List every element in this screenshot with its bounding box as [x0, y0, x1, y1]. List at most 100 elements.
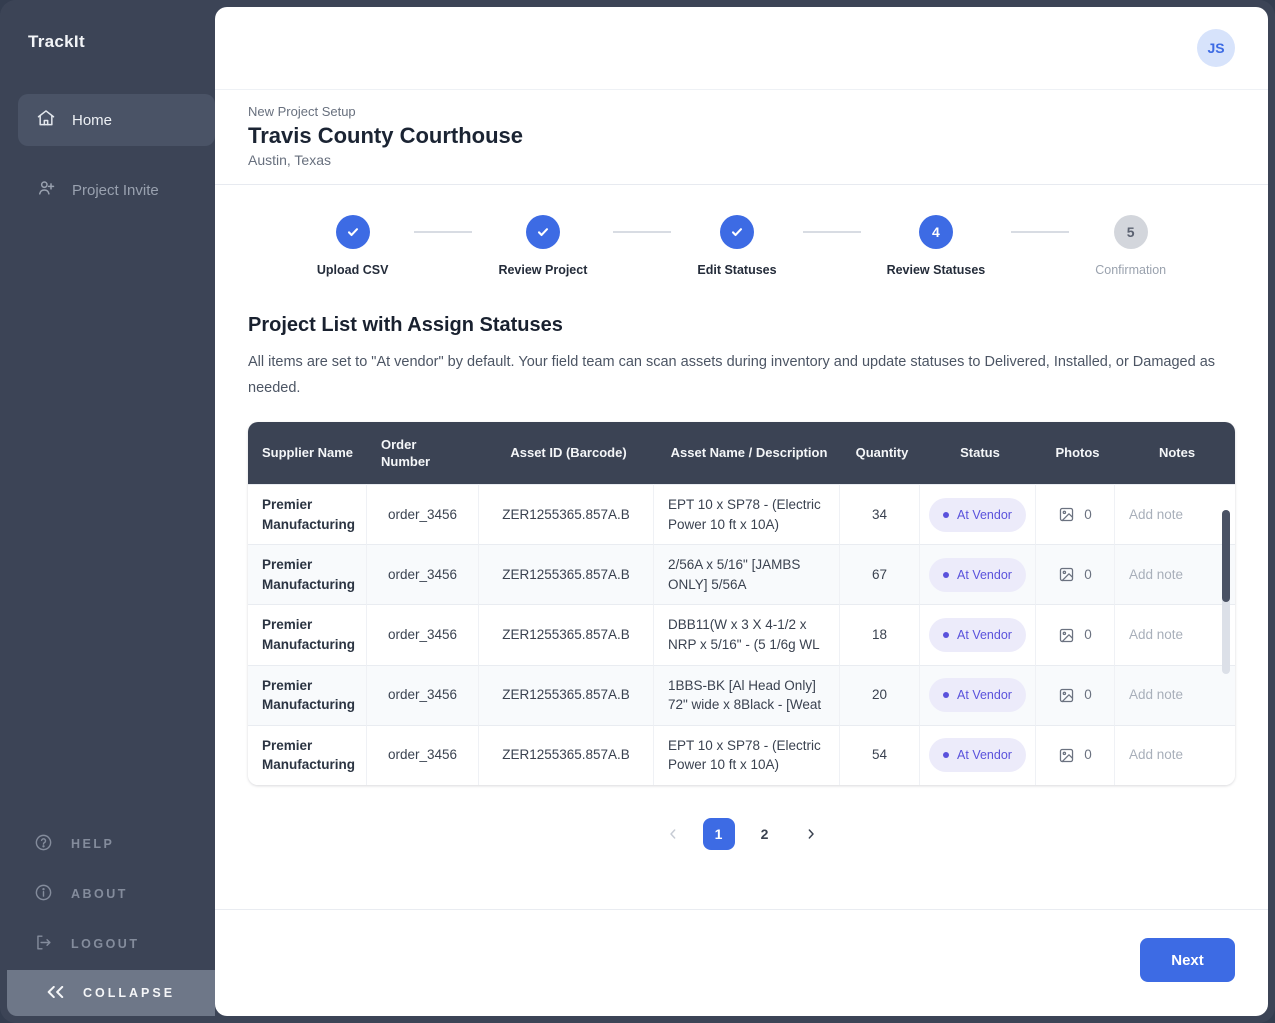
photos-button[interactable]: 0 — [1058, 685, 1092, 705]
step-review-statuses[interactable]: 4 Review Statuses — [887, 215, 986, 277]
photos-button[interactable]: 0 — [1058, 745, 1092, 765]
user-avatar[interactable]: JS — [1197, 29, 1235, 67]
column-header-supplier-name: Supplier Name — [248, 422, 367, 484]
add-note-field[interactable]: Add note — [1115, 604, 1235, 664]
pagination: 1 2 — [215, 818, 1268, 850]
status-dot-icon — [943, 752, 949, 758]
sidebar-item-label: ABOUT — [71, 887, 128, 901]
step-connector — [613, 231, 671, 233]
cell-description: EPT 10 x SP78 - (Electric Power 10 ft x … — [654, 725, 840, 785]
cell-supplier: Premier Manufacturing — [248, 665, 367, 725]
project-header: New Project Setup Travis County Courthou… — [215, 90, 1268, 185]
step-circle-upcoming: 5 — [1114, 215, 1148, 249]
step-connector — [803, 231, 861, 233]
collapse-button[interactable]: COLLAPSE — [7, 970, 215, 1016]
step-confirmation[interactable]: 5 Confirmation — [1095, 215, 1166, 277]
cell-status: At Vendor — [920, 544, 1036, 604]
sidebar-item-about[interactable]: ABOUT — [0, 869, 215, 919]
cell-quantity: 54 — [840, 725, 920, 785]
status-dot-icon — [943, 692, 949, 698]
cell-quantity: 18 — [840, 604, 920, 664]
collapse-icon — [47, 986, 69, 1001]
photos-count: 0 — [1084, 625, 1092, 645]
cell-status: At Vendor — [920, 725, 1036, 785]
photos-count: 0 — [1084, 685, 1092, 705]
next-page-button[interactable] — [795, 818, 827, 850]
step-upload-csv[interactable]: Upload CSV — [317, 215, 389, 277]
sidebar-item-label: Home — [72, 112, 112, 129]
cell-photos: 0 — [1036, 725, 1115, 785]
check-icon — [729, 224, 745, 240]
brand-logo: TrackIt — [0, 0, 215, 52]
photos-button[interactable]: 0 — [1058, 505, 1092, 525]
check-icon — [535, 224, 551, 240]
step-label: Review Statuses — [887, 263, 986, 277]
sidebar-item-logout[interactable]: LOGOUT — [0, 919, 215, 969]
topbar: JS — [215, 7, 1268, 90]
column-header-asset-id: Asset ID (Barcode) — [479, 422, 654, 484]
step-circle-complete — [526, 215, 560, 249]
cell-supplier: Premier Manufacturing — [248, 604, 367, 664]
scrollbar-thumb[interactable] — [1222, 510, 1230, 602]
step-circle-complete — [720, 215, 754, 249]
help-icon — [34, 833, 53, 855]
add-note-field[interactable]: Add note — [1115, 665, 1235, 725]
sidebar: TrackIt Home Project Invite HELP — [0, 0, 215, 1023]
app-window: TrackIt Home Project Invite HELP — [0, 0, 1275, 1023]
sidebar-item-home[interactable]: Home — [18, 94, 215, 146]
add-note-field[interactable]: Add note — [1115, 725, 1235, 785]
status-badge[interactable]: At Vendor — [929, 498, 1026, 532]
status-badge[interactable]: At Vendor — [929, 618, 1026, 652]
cell-order: order_3456 — [367, 665, 479, 725]
step-review-project[interactable]: Review Project — [498, 215, 587, 277]
cell-status: At Vendor — [920, 604, 1036, 664]
photos-count: 0 — [1084, 565, 1092, 585]
home-icon — [36, 108, 56, 132]
person-plus-icon — [36, 178, 56, 202]
step-label: Upload CSV — [317, 263, 389, 277]
column-header-quantity: Quantity — [840, 422, 920, 484]
cell-asset-id: ZER1255365.857A.B — [479, 604, 654, 664]
next-button[interactable]: Next — [1140, 938, 1235, 982]
cell-asset-id: ZER1255365.857A.B — [479, 484, 654, 544]
photos-count: 0 — [1084, 505, 1092, 525]
status-badge[interactable]: At Vendor — [929, 678, 1026, 712]
wizard-footer: Next — [215, 909, 1268, 1016]
add-note-field[interactable]: Add note — [1115, 484, 1235, 544]
assets-table: Supplier Name Order Number Asset ID (Bar… — [248, 422, 1235, 785]
chevron-right-icon — [803, 826, 819, 842]
cell-status: At Vendor — [920, 665, 1036, 725]
section-header: Project List with Assign Statuses All it… — [215, 277, 1268, 401]
photos-button[interactable]: 0 — [1058, 625, 1092, 645]
image-icon — [1058, 687, 1075, 704]
status-badge[interactable]: At Vendor — [929, 738, 1026, 772]
page-button-2[interactable]: 2 — [749, 818, 781, 850]
status-dot-icon — [943, 632, 949, 638]
prev-page-button[interactable] — [657, 818, 689, 850]
sidebar-item-label: Project Invite — [72, 182, 159, 199]
table-scrollbar[interactable] — [1222, 510, 1230, 674]
cell-supplier: Premier Manufacturing — [248, 725, 367, 785]
cell-asset-id: ZER1255365.857A.B — [479, 725, 654, 785]
column-header-asset-name: Asset Name / Description — [654, 422, 840, 484]
sidebar-item-project-invite[interactable]: Project Invite — [0, 164, 215, 216]
add-note-field[interactable]: Add note — [1115, 544, 1235, 604]
cell-photos: 0 — [1036, 604, 1115, 664]
sidebar-footer: HELP ABOUT LOGOUT — [0, 819, 215, 969]
column-header-status: Status — [920, 422, 1036, 484]
main-content: JS New Project Setup Travis County Court… — [215, 7, 1268, 1016]
status-badge[interactable]: At Vendor — [929, 558, 1026, 592]
image-icon — [1058, 627, 1075, 644]
sidebar-item-label: HELP — [71, 837, 114, 851]
sidebar-item-help[interactable]: HELP — [0, 819, 215, 869]
photos-button[interactable]: 0 — [1058, 565, 1092, 585]
step-label: Review Project — [498, 263, 587, 277]
page-button-1[interactable]: 1 — [703, 818, 735, 850]
page-subtitle: Austin, Texas — [248, 152, 1235, 168]
column-header-order-number: Order Number — [367, 422, 479, 484]
step-connector — [414, 231, 472, 233]
collapse-label: COLLAPSE — [83, 986, 175, 1000]
step-edit-statuses[interactable]: Edit Statuses — [697, 215, 776, 277]
cell-asset-id: ZER1255365.857A.B — [479, 665, 654, 725]
cell-status: At Vendor — [920, 484, 1036, 544]
